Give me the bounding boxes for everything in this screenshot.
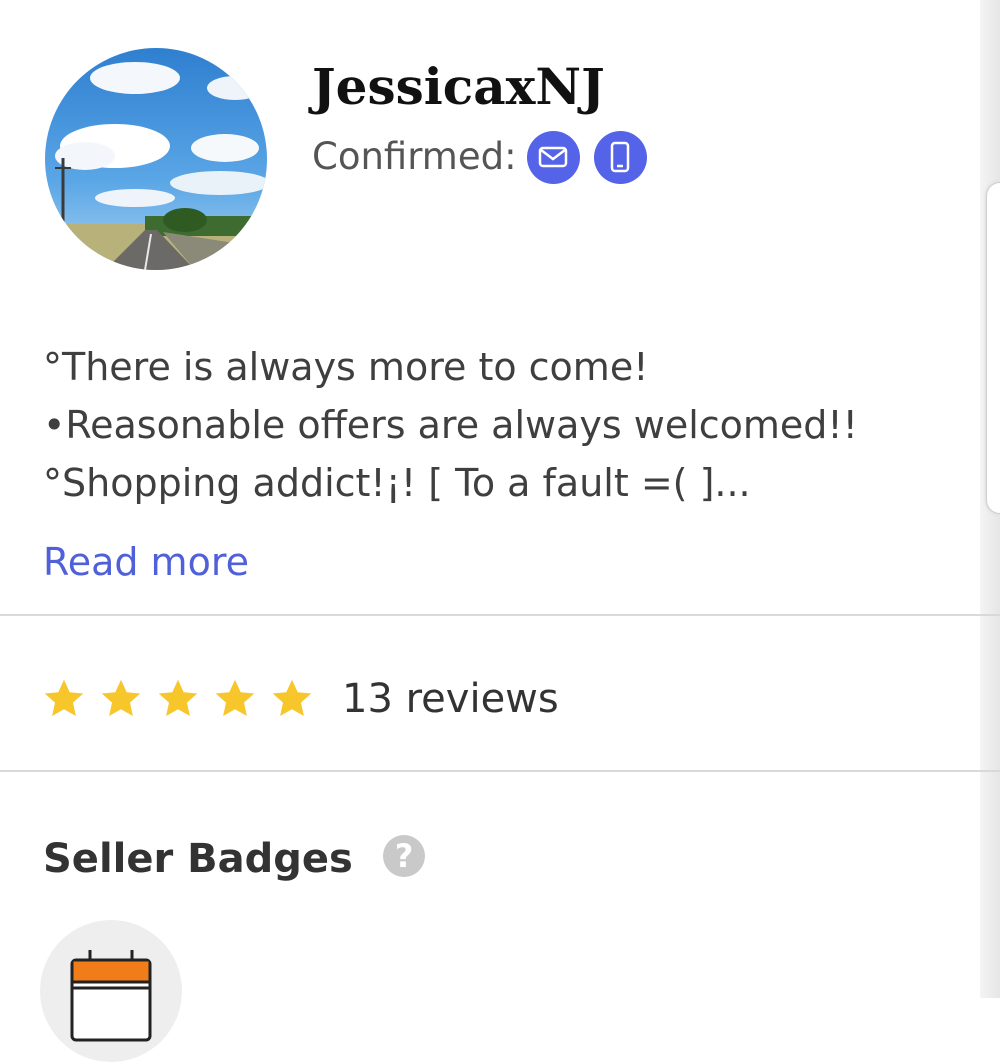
avatar[interactable] bbox=[45, 48, 267, 270]
avatar-photo bbox=[45, 48, 267, 270]
star-icon bbox=[272, 679, 312, 717]
bio-text: °There is always more to come! •Reasonab… bbox=[43, 338, 973, 512]
username: JessicaxNJ bbox=[312, 57, 605, 116]
badge-item[interactable] bbox=[40, 920, 182, 1062]
star-icon bbox=[101, 679, 141, 717]
star-icon bbox=[158, 679, 198, 717]
star-icon bbox=[44, 679, 84, 717]
divider bbox=[0, 614, 1000, 616]
scrollbar-thumb[interactable] bbox=[986, 182, 1000, 514]
ratings-row[interactable]: 13 reviews bbox=[42, 668, 559, 730]
confirmed-label: Confirmed: bbox=[312, 135, 517, 178]
confirmed-row: Confirmed: bbox=[312, 130, 661, 184]
bio-line: •Reasonable offers are always welcomed!! bbox=[43, 403, 858, 447]
help-icon[interactable]: ? bbox=[383, 835, 425, 877]
star-icon bbox=[215, 679, 255, 717]
phone-icon[interactable] bbox=[593, 130, 647, 184]
bio-line: °Shopping addict!¡! [ To a fault =( ]... bbox=[43, 461, 751, 505]
email-icon[interactable] bbox=[526, 130, 580, 184]
reviews-count-link[interactable]: 13 reviews bbox=[342, 668, 559, 730]
read-more-link[interactable]: Read more bbox=[43, 534, 249, 590]
divider bbox=[0, 770, 1000, 772]
calendar-icon bbox=[70, 950, 152, 1042]
bio-line: °There is always more to come! bbox=[43, 345, 649, 389]
seller-badges-title: Seller Badges bbox=[43, 836, 353, 882]
